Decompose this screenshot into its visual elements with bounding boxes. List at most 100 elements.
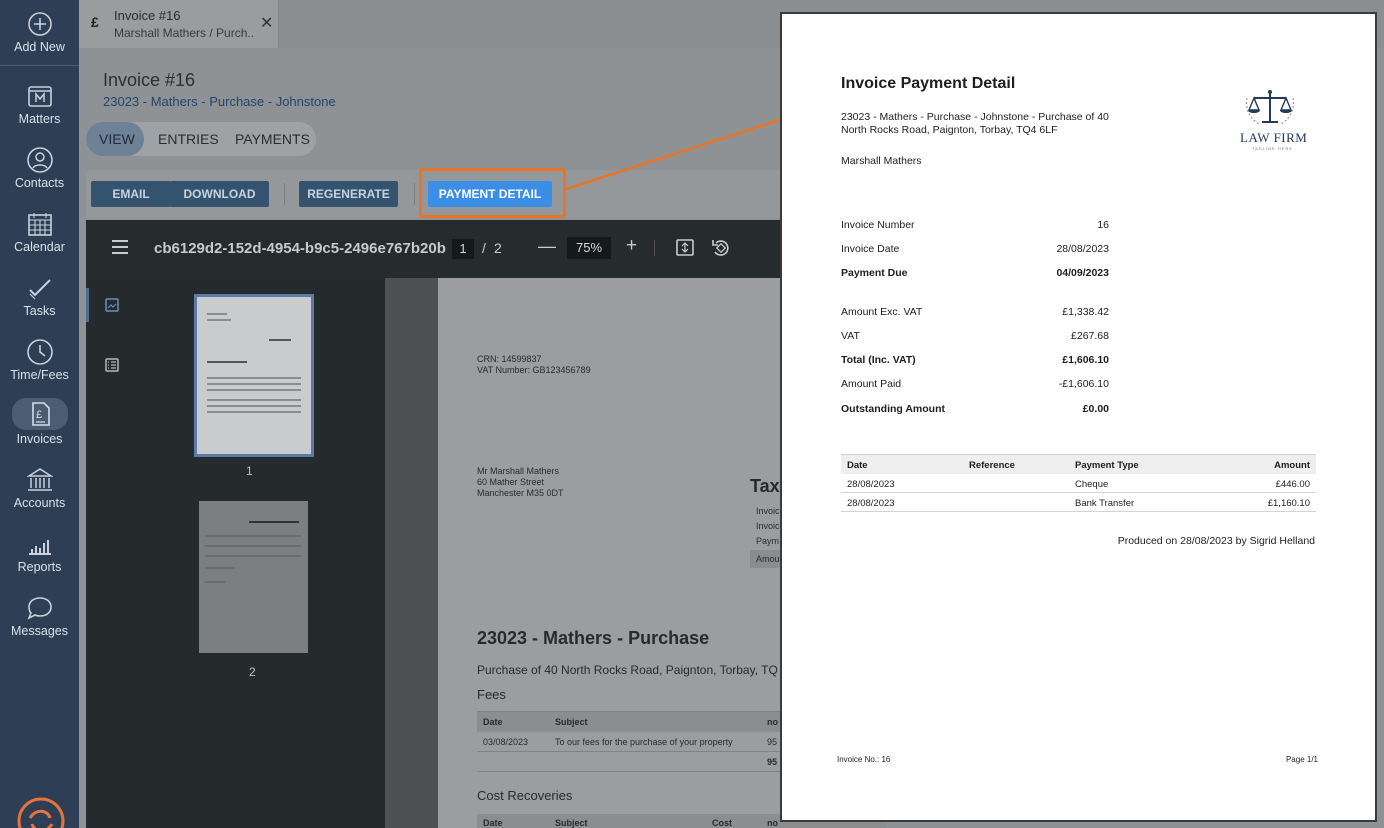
thumb-line (205, 535, 301, 537)
page-number-input[interactable]: 1 (452, 239, 474, 259)
thumb-line (269, 339, 291, 341)
doc-title: Invoice Payment Detail (841, 75, 1016, 92)
payment-detail-highlight (419, 168, 566, 218)
sidebar-item-contacts[interactable]: Contacts (0, 136, 79, 200)
doc-client: Marshall Mathers (841, 155, 922, 167)
sidebar-item-messages[interactable]: Messages (0, 584, 79, 648)
outline-icon[interactable] (105, 358, 119, 372)
folder-m-icon (27, 86, 52, 107)
invoice-number-value: 16 (1097, 219, 1109, 231)
bank-icon (25, 468, 54, 491)
thumb-line (207, 383, 301, 385)
thumb-line (207, 405, 301, 407)
add-new-button[interactable]: Add New (0, 0, 79, 66)
invoice-field-label: Invoic (756, 521, 780, 531)
chat-bubble-icon (26, 597, 52, 620)
pdf-toolbar: cb6129d2-152d-4954-b9c5-2496e767b20b 1 /… (86, 220, 886, 278)
invoice-date-value: 28/08/2023 (1056, 243, 1109, 255)
sidebar-item-calendar[interactable]: Calendar (0, 200, 79, 264)
thumb-line (205, 555, 301, 557)
cell-payment-type: Bank Transfer (1075, 498, 1135, 509)
scales-icon (1245, 90, 1295, 125)
sidebar-item-tasks[interactable]: Tasks (0, 264, 79, 328)
thumb-line (249, 521, 299, 523)
payments-table: Date Reference Payment Type Amount 28/08… (841, 454, 1316, 512)
tab-view[interactable]: VIEW (99, 131, 135, 147)
sidebar-item-label: Matters (18, 112, 61, 126)
page-thumbnail-2[interactable] (199, 501, 308, 653)
col-date: Date (483, 717, 503, 727)
sidebar-item-matters[interactable]: Matters (0, 72, 79, 136)
tab-payments[interactable]: PAYMENTS (235, 131, 310, 147)
cost-recoveries-heading: Cost Recoveries (477, 788, 573, 803)
tax-invoice-heading: Tax (750, 476, 780, 496)
invoice-tab[interactable]: £ Invoice #16 Marshall Mathers / Purch..… (79, 0, 279, 48)
sidebar-item-accounts[interactable]: Accounts (0, 456, 79, 520)
calendar-icon (27, 213, 52, 236)
address-line: Manchester M35 0DT (477, 488, 564, 498)
thumbnails-icon[interactable] (105, 298, 119, 312)
sidebar-item-invoices[interactable]: £ Invoices (0, 392, 79, 456)
sidebar-item-label: Time/Fees (10, 368, 69, 382)
tab-entries[interactable]: ENTRIES (158, 131, 219, 147)
thumb-line (207, 389, 301, 391)
tab-subtitle: Marshall Mathers / Purch... (114, 26, 254, 40)
thumb-line (205, 581, 225, 583)
thumbnail-label: 1 (246, 464, 253, 478)
matter-link[interactable]: 23023 - Mathers - Purchase - Johnstone (103, 94, 336, 109)
sidebar-item-label: Reports (17, 560, 62, 574)
col-subject: Subject (555, 717, 588, 727)
payment-due-value: 04/09/2023 (1056, 267, 1109, 279)
check-icon (28, 279, 51, 300)
zoom-in-icon[interactable]: + (626, 235, 637, 257)
table-header: Date Reference Payment Type Amount (841, 454, 1316, 474)
col-subject: Subject (555, 818, 588, 828)
menu-icon[interactable] (112, 240, 128, 254)
amount-paid-label: Amount Paid (841, 378, 902, 390)
company-info: CRN: 14599837 VAT Number: GB123456789 (477, 354, 591, 376)
total-label: Total (Inc. VAT) (841, 354, 916, 366)
table-row: 28/08/2023 Cheque £446.00 (841, 474, 1316, 493)
close-tab-icon[interactable]: ✕ (260, 13, 273, 33)
cell-no: 95 (767, 737, 778, 747)
page-total: 2 (494, 240, 502, 256)
amount-exc-vat-label: Amount Exc. VAT (841, 306, 923, 318)
cell-total: 95 (767, 757, 778, 767)
active-indicator (86, 288, 89, 322)
thumb-line (207, 377, 301, 379)
sidebar-item-time-fees[interactable]: Time/Fees (0, 328, 79, 392)
col-reference: Reference (969, 460, 1015, 471)
sidebar-item-label: Invoices (16, 432, 63, 446)
email-button[interactable]: EMAIL (91, 181, 171, 207)
sidebar-item-reports[interactable]: Reports (0, 520, 79, 584)
sidebar-item-label: Contacts (14, 176, 65, 190)
thumb-line (207, 319, 231, 321)
thumb-line (205, 567, 235, 569)
zoom-level-input[interactable]: 75% (567, 237, 611, 259)
page-thumbnail-1[interactable] (194, 294, 314, 457)
sidebar: Add New Matters Contacts Calendar Tasks … (0, 0, 79, 828)
rotate-icon[interactable] (711, 238, 731, 257)
divider (654, 240, 655, 256)
fit-page-icon[interactable] (676, 239, 694, 256)
sidebar-item-label: Messages (11, 624, 68, 638)
cell-subject: To our fees for the purchase of your pro… (555, 737, 733, 747)
divider (284, 183, 285, 205)
page-separator: / (482, 240, 486, 256)
regenerate-button[interactable]: REGENERATE (299, 181, 398, 207)
vat-number-text: VAT Number: GB123456789 (477, 365, 591, 375)
thumb-line (207, 411, 301, 413)
zoom-out-icon[interactable]: — (538, 236, 556, 257)
cell-amount: £446.00 (1275, 479, 1310, 490)
thumb-line (205, 545, 301, 547)
col-amount: Amount (1274, 460, 1310, 471)
col-date: Date (847, 460, 868, 471)
cell-date: 28/08/2023 (847, 479, 895, 490)
vat-label: VAT (841, 330, 860, 342)
table-row: 28/08/2023 Bank Transfer £1,160.10 (841, 493, 1316, 512)
thumbnail-panel: 1 2 (86, 278, 385, 828)
sidebar-item-label: Calendar (14, 240, 65, 254)
brand-logo-icon (17, 797, 65, 828)
download-button[interactable]: DOWNLOAD (170, 181, 269, 207)
outstanding-value: £0.00 (1082, 403, 1109, 415)
